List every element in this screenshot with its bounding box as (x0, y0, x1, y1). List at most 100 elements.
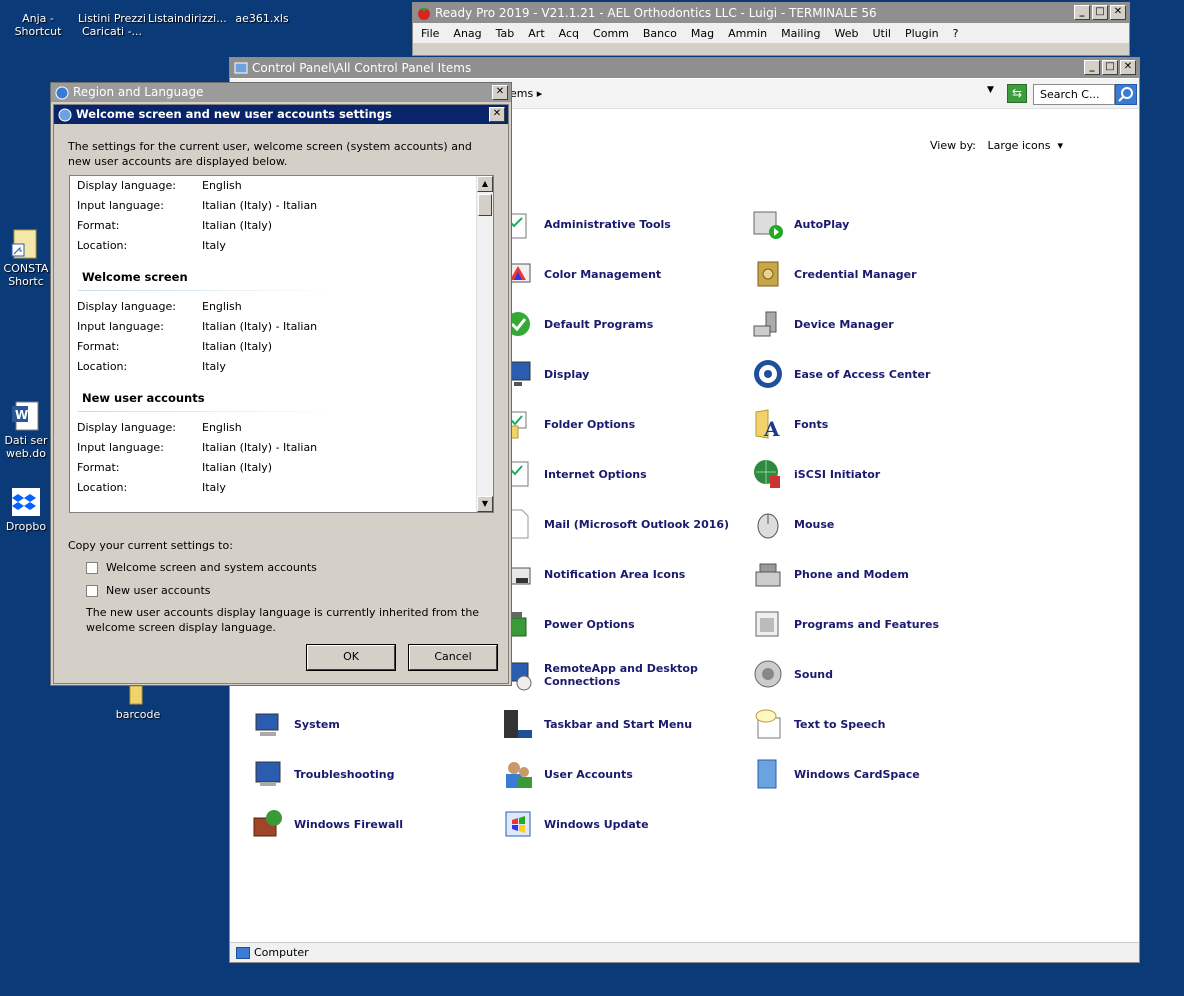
menu-help[interactable]: ? (947, 27, 967, 40)
cp-item-sound[interactable]: Sound (752, 658, 833, 690)
row-key: Format: (77, 461, 120, 474)
minimize-button[interactable]: _ (1074, 5, 1090, 20)
desktop-icon-listaindirizzi[interactable]: Listaindirizzi... (148, 0, 227, 25)
desktop-icon-dropbox[interactable]: Dropbo (0, 486, 52, 533)
cp-item-autoplay[interactable]: AutoPlay (752, 208, 849, 240)
welcome-titlebar[interactable]: Welcome screen and new user accounts set… (54, 105, 508, 124)
view-by-value: Large icons (987, 139, 1051, 152)
breadcrumb[interactable]: ems ▸ (510, 87, 542, 100)
minimize-button[interactable]: _ (1084, 60, 1100, 75)
desktop-icon-ae361[interactable]: ae361.xls (224, 0, 300, 25)
cp-item-label: Programs and Features (794, 617, 940, 631)
menu-util[interactable]: Util (866, 27, 898, 40)
cp-item-fonts[interactable]: A Fonts (752, 408, 828, 441)
row-key: Input language: (77, 320, 164, 333)
desktop-icon-consta[interactable]: CONSTA Shortc (0, 228, 52, 288)
cp-item-programs-features[interactable]: Programs and Features (752, 608, 939, 640)
cp-item-administrative-tools[interactable]: Administrative Tools (502, 208, 671, 240)
system-icon (252, 708, 284, 740)
vertical-scrollbar[interactable]: ▲ ▼ (476, 176, 493, 512)
menu-plugin[interactable]: Plugin (899, 27, 947, 40)
cp-item-mail[interactable]: Mail (Microsoft Outlook 2016) (502, 508, 729, 540)
maximize-button[interactable]: □ (1102, 60, 1118, 75)
cp-item-system[interactable]: System (252, 708, 340, 740)
address-dropdown-icon[interactable]: ▼ (987, 85, 994, 95)
cp-item-phone-modem[interactable]: Phone and Modem (752, 558, 909, 590)
close-button[interactable]: ✕ (489, 107, 505, 122)
checkbox-box[interactable] (86, 584, 98, 597)
desktop-icon-listini[interactable]: Listini Prezzi Caricati -... (74, 0, 150, 38)
cardspace-icon (752, 758, 784, 790)
checkbox-box[interactable] (86, 561, 98, 574)
row-value: Italian (Italy) - Italian (202, 320, 318, 333)
cp-item-iscsi-initiator[interactable]: iSCSI Initiator (752, 458, 880, 490)
cp-item-troubleshooting[interactable]: Troubleshooting (252, 758, 394, 790)
view-by-dropdown[interactable]: Large icons ▾ (988, 139, 1064, 152)
welcome-display-row: Display language: English (77, 297, 242, 317)
welcome-screen-checkbox[interactable]: Welcome screen and system accounts (86, 561, 317, 574)
welcome-screen-heading: Welcome screen (82, 270, 188, 284)
cp-item-color-management[interactable]: Color Management (502, 258, 661, 290)
desktop-icon-barcode[interactable]: barcode (100, 684, 176, 721)
cp-item-user-accounts[interactable]: User Accounts (502, 758, 633, 790)
scroll-up-button[interactable]: ▲ (477, 176, 493, 192)
computer-icon (236, 947, 250, 959)
cp-item-folder-options[interactable]: Folder Options (502, 408, 635, 440)
window-title: Control Panel\All Control Panel Items (252, 61, 472, 75)
menu-file[interactable]: File (415, 27, 447, 40)
menu-anag[interactable]: Anag (447, 27, 489, 40)
row-key: Display language: (77, 300, 176, 313)
menu-banco[interactable]: Banco (637, 27, 685, 40)
new-user-accounts-checkbox[interactable]: New user accounts (86, 584, 211, 597)
cp-item-power-options[interactable]: Power Options (502, 608, 635, 640)
region-language-window: Region and Language ✕ Welcome screen and… (50, 82, 512, 686)
sound-icon (752, 658, 784, 690)
menu-web[interactable]: Web (828, 27, 866, 40)
cp-item-cardspace[interactable]: Windows CardSpace (752, 758, 920, 790)
close-button[interactable]: ✕ (1120, 60, 1136, 75)
cp-item-credential-manager[interactable]: Credential Manager (752, 258, 917, 290)
close-button[interactable]: ✕ (492, 85, 508, 100)
row-key: Format: (77, 219, 120, 232)
cp-item-label: Phone and Modem (794, 567, 909, 581)
cp-item-default-programs[interactable]: Default Programs (502, 308, 653, 340)
menu-ammin[interactable]: Ammin (722, 27, 775, 40)
readypro-titlebar[interactable]: Ready Pro 2019 - V21.1.21 - AEL Orthodon… (413, 3, 1129, 23)
cp-item-notification-area[interactable]: Notification Area Icons (502, 558, 685, 590)
menu-mag[interactable]: Mag (685, 27, 722, 40)
cp-item-device-manager[interactable]: Device Manager (752, 308, 894, 340)
control-panel-titlebar[interactable]: Control Panel\All Control Panel Items _ … (230, 58, 1139, 78)
cp-item-display[interactable]: Display (502, 358, 589, 390)
ok-button[interactable]: OK (306, 644, 396, 671)
menu-art[interactable]: Art (522, 27, 552, 40)
scroll-thumb[interactable] (478, 194, 492, 216)
cp-item-text-to-speech[interactable]: Text to Speech (752, 708, 885, 740)
cancel-button[interactable]: Cancel (408, 644, 498, 671)
cp-item-windows-update[interactable]: Windows Update (502, 808, 649, 840)
taskbar-icon (502, 708, 534, 740)
settings-list[interactable]: Display language: English Input language:… (69, 175, 494, 513)
desktop-icon-dati[interactable]: W Dati ser web.do (0, 400, 52, 460)
readypro-menubar: File Anag Tab Art Acq Comm Banco Mag Amm… (413, 23, 1129, 43)
desktop-icon-anja[interactable]: Anja - Shortcut (0, 0, 76, 38)
cp-item-ease-of-access[interactable]: Ease of Access Center (752, 358, 930, 390)
cp-item-internet-options[interactable]: Internet Options (502, 458, 647, 490)
dialog-title: Welcome screen and new user accounts set… (76, 107, 392, 121)
scroll-down-button[interactable]: ▼ (477, 496, 493, 512)
cp-item-mouse[interactable]: Mouse (752, 508, 834, 540)
menu-tab[interactable]: Tab (490, 27, 523, 40)
search-icon[interactable] (1115, 84, 1137, 105)
maximize-button[interactable]: □ (1092, 5, 1108, 20)
region-titlebar[interactable]: Region and Language ✕ (51, 83, 511, 102)
cp-item-remoteapp[interactable]: RemoteApp and Desktop Connections (502, 658, 698, 692)
search-input[interactable]: Search C... (1033, 84, 1115, 105)
menu-acq[interactable]: Acq (553, 27, 587, 40)
menu-comm[interactable]: Comm (587, 27, 637, 40)
cp-item-label: Troubleshooting (294, 767, 395, 781)
cp-item-firewall[interactable]: Windows Firewall (252, 808, 403, 840)
cp-item-taskbar[interactable]: Taskbar and Start Menu (502, 708, 692, 740)
refresh-icon[interactable]: ⇆ (1007, 84, 1027, 103)
row-value: English (202, 179, 242, 192)
menu-mailing[interactable]: Mailing (775, 27, 828, 40)
close-button[interactable]: ✕ (1110, 5, 1126, 20)
